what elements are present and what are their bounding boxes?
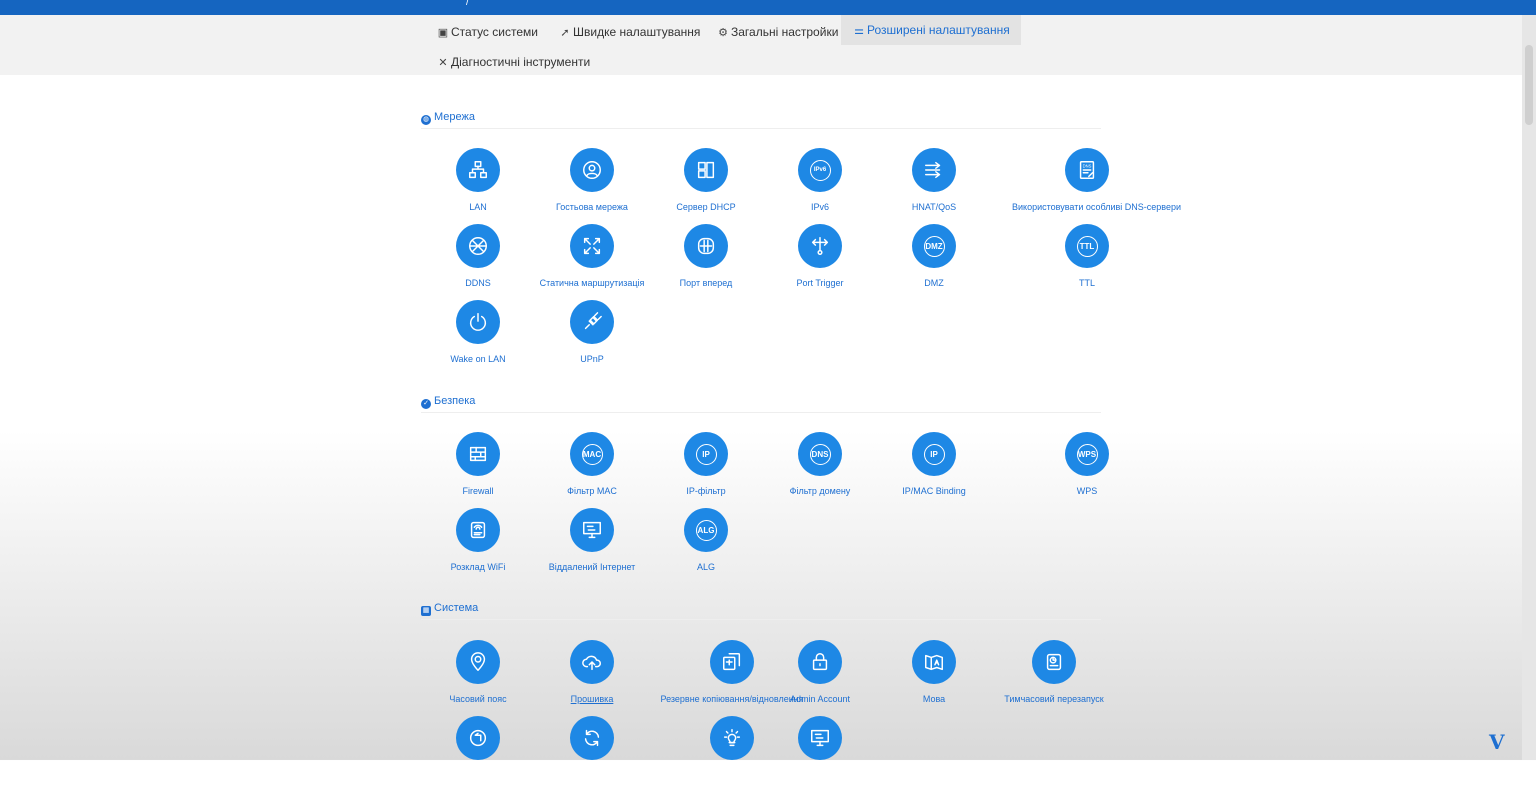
tile-cloud-upload[interactable]: Прошивка [517, 640, 667, 710]
icon-badge-text: DMZ [923, 235, 945, 257]
tile-monitor[interactable] [745, 716, 895, 786]
tab-general-settings[interactable]: ⚙ Загальні настройки [705, 17, 849, 47]
timed-reboot-icon[interactable] [1032, 640, 1076, 684]
ddns-icon[interactable] [456, 224, 500, 268]
arrows-icon[interactable] [912, 148, 956, 192]
icon-badge-text: WPS [1076, 443, 1098, 465]
tile-timed-reboot[interactable]: Тимчасовий перезапуск [979, 640, 1129, 710]
icon-badge-text: IP [923, 443, 945, 465]
brand-logo-icon: V [1489, 730, 1505, 754]
restore-icon[interactable] [456, 716, 500, 760]
rocket-icon: ➚ [560, 27, 570, 39]
tools-icon: ✕ [438, 57, 448, 69]
tile-label[interactable]: ALG [631, 562, 781, 572]
tab-label: Статус системи [451, 25, 538, 39]
tab-label: Діагностичні інструменти [451, 55, 591, 69]
tile-label[interactable]: IP/MAC Binding [859, 486, 1009, 496]
language-icon[interactable] [912, 640, 956, 684]
tab-label: Загальні настройки [731, 25, 839, 39]
icon-badge-text: IPv6 [809, 159, 831, 181]
section-divider [421, 412, 1101, 413]
wifi-schedule-icon[interactable] [456, 508, 500, 552]
tab-advanced-settings[interactable]: ⚌ Розширені налаштування [841, 15, 1021, 45]
tile-label[interactable]: UPnP [517, 354, 667, 364]
tile-plug[interactable]: UPnP [517, 300, 667, 370]
power-icon[interactable] [456, 300, 500, 344]
section-title-text: Безпека [434, 395, 476, 407]
tab-label: Розширені налаштування [867, 23, 1010, 37]
scrollbar[interactable] [1522, 15, 1536, 760]
dhcp-icon[interactable] [684, 148, 728, 192]
monitor-icon: ▣ [437, 27, 449, 39]
location-clock-icon[interactable] [456, 640, 500, 684]
guest-user-icon[interactable] [570, 148, 614, 192]
tile-label[interactable]: DMZ [859, 278, 1009, 288]
tile-label[interactable]: WPS [1012, 486, 1162, 496]
section-title-text: Мережа [434, 111, 475, 123]
tile-wps[interactable]: WPS WPS [1012, 432, 1162, 502]
icon-badge-text: IP [695, 443, 717, 465]
scrollbar-thumb[interactable] [1525, 45, 1533, 125]
tab-quick-setup[interactable]: ➚ Швидке налаштування [547, 17, 711, 47]
icon-badge-text: DNS [809, 443, 831, 465]
tile-label[interactable]: Прошивка [517, 694, 667, 704]
tile-dns-doc[interactable]: DNS Використовувати особливі DNS-сервери [1012, 148, 1181, 218]
section-title-text: Система [434, 602, 479, 614]
route-icon[interactable] [570, 224, 614, 268]
refresh-icon[interactable] [570, 716, 614, 760]
port-forward-icon[interactable] [684, 224, 728, 268]
svg-text:DNS: DNS [1083, 163, 1092, 168]
alg-icon[interactable]: ALG [684, 508, 728, 552]
tile-alg[interactable]: ALG ALG [631, 508, 781, 578]
gear-icon: ⚙ [718, 27, 728, 39]
dns-icon[interactable]: DNS [798, 432, 842, 476]
ip-mac-binding-icon[interactable]: IP [912, 432, 956, 476]
tile-dmz[interactable]: DMZ DMZ [859, 224, 1009, 294]
dmz-icon[interactable]: DMZ [912, 224, 956, 268]
shield-icon: ✓ [421, 399, 431, 409]
globe-icon: ◍ [421, 115, 431, 125]
tile-label[interactable]: Тимчасовий перезапуск [979, 694, 1129, 704]
firewall-icon[interactable] [456, 432, 500, 476]
ttl-icon[interactable]: TTL [1065, 224, 1109, 268]
grid-icon: ▦ [421, 606, 431, 616]
wps-icon[interactable]: WPS [1065, 432, 1109, 476]
icon-badge-text: TTL [1076, 235, 1098, 257]
ipv6-icon[interactable]: IPv6 [798, 148, 842, 192]
section-title-network: ◍ Мережа [421, 109, 475, 125]
plug-icon[interactable] [570, 300, 614, 344]
lan-icon[interactable] [456, 148, 500, 192]
remote-monitor-icon[interactable] [570, 508, 614, 552]
monitor-icon[interactable] [798, 716, 842, 760]
trigger-icon[interactable] [798, 224, 842, 268]
sliders-icon: ⚌ [854, 25, 864, 37]
header-logo-fragment: / [466, 0, 469, 8]
tile-refresh[interactable] [517, 716, 667, 786]
dns-doc-icon[interactable]: DNS [1065, 148, 1109, 192]
top-header-bar: / [0, 0, 1536, 15]
lock-icon[interactable] [798, 640, 842, 684]
tile-label[interactable]: HNAT/QoS [859, 202, 1009, 212]
cloud-upload-icon[interactable] [570, 640, 614, 684]
icon-badge-text: ALG [695, 519, 717, 541]
tab-diagnostic-tools[interactable]: ✕ Діагностичні інструменти [425, 47, 601, 77]
tab-system-status[interactable]: ▣ Статус системи [425, 17, 549, 47]
tile-arrows[interactable]: HNAT/QoS [859, 148, 1009, 218]
section-title-system: ▦ Система [421, 600, 478, 616]
tile-label[interactable]: Використовувати особливі DNS-сервери [1012, 202, 1181, 212]
icon-badge-text: MAC [581, 443, 603, 465]
ip-icon[interactable]: IP [684, 432, 728, 476]
section-divider [421, 128, 1101, 129]
section-divider [421, 619, 1101, 620]
mac-icon[interactable]: MAC [570, 432, 614, 476]
tile-ttl[interactable]: TTL TTL [1012, 224, 1162, 294]
tab-label: Швидке налаштування [573, 25, 701, 39]
tile-ip-mac-binding[interactable]: IP IP/MAC Binding [859, 432, 1009, 502]
section-title-security: ✓ Безпека [421, 393, 475, 409]
tile-label[interactable]: TTL [1012, 278, 1162, 288]
